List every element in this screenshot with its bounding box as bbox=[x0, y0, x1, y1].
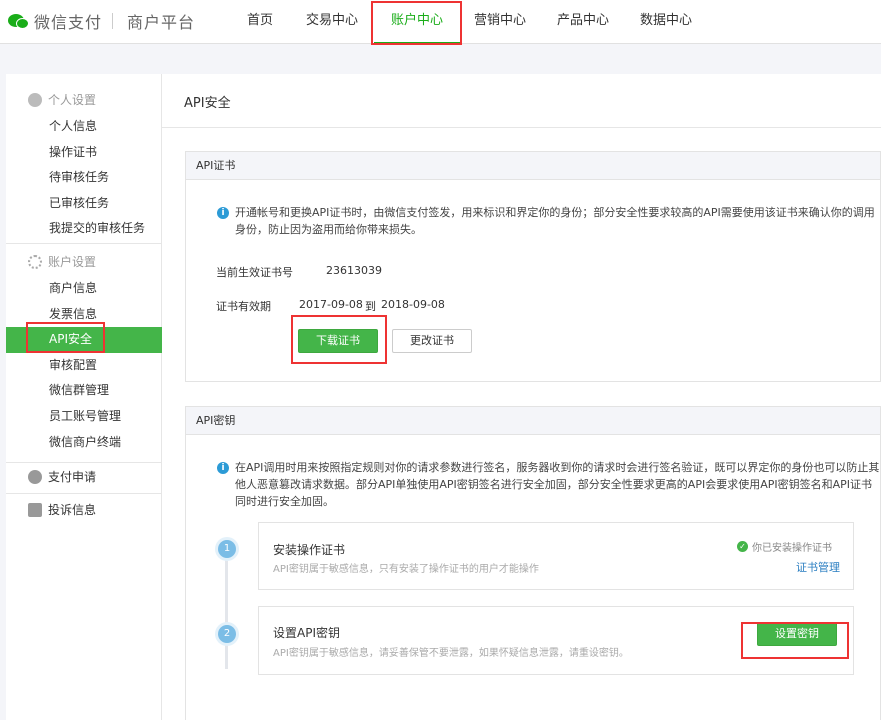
nav-home[interactable]: 首页 bbox=[230, 0, 290, 44]
sidebar-item-complaint[interactable]: 投诉信息 bbox=[6, 496, 162, 524]
sidebar-item-api-security[interactable]: API安全 bbox=[6, 327, 162, 353]
card-header: API证书 bbox=[186, 152, 880, 180]
sidebar-group-label: 个人设置 bbox=[48, 93, 97, 107]
cert-manage-link[interactable]: 证书管理 bbox=[796, 559, 840, 575]
sidebar-item-merchant-terminal[interactable]: 微信商户终端 bbox=[6, 430, 162, 456]
check-icon: ✓ bbox=[737, 541, 748, 552]
sidebar-group-label: 账户设置 bbox=[48, 255, 97, 269]
step-title: 设置API密钥 bbox=[273, 626, 340, 640]
cert-valid-from: 2017-09-08 bbox=[299, 298, 363, 311]
set-api-key-button[interactable]: 设置密钥 bbox=[757, 622, 837, 646]
nav-transactions[interactable]: 交易中心 bbox=[290, 0, 374, 44]
cert-serial-value: 23613039 bbox=[326, 264, 382, 277]
sidebar-group-payment-apply[interactable]: 支付申请 bbox=[6, 463, 162, 491]
sidebar-item-reviewed-tasks[interactable]: 已审核任务 bbox=[6, 191, 162, 217]
status-text: 你已安装操作证书 bbox=[752, 543, 832, 554]
sidebar-group-title: 账户设置 bbox=[6, 248, 162, 276]
cert-installed-status: ✓ 你已安装操作证书 bbox=[737, 539, 832, 554]
sidebar-item-personal-info[interactable]: 个人信息 bbox=[6, 114, 162, 140]
download-cert-button[interactable]: 下载证书 bbox=[298, 329, 378, 353]
steps-connector bbox=[225, 549, 228, 669]
sidebar-item-wechat-group[interactable]: 微信群管理 bbox=[6, 378, 162, 404]
info-icon: i bbox=[217, 462, 229, 474]
nav-marketing[interactable]: 营销中心 bbox=[460, 0, 540, 44]
brand-name: 微信支付 bbox=[34, 13, 103, 32]
note-line: 同时进行安全加固。 bbox=[235, 495, 334, 508]
sidebar-item-staff-accounts[interactable]: 员工账号管理 bbox=[6, 404, 162, 430]
title-divider bbox=[162, 127, 881, 128]
sidebar-item-review-config[interactable]: 审核配置 bbox=[6, 353, 162, 379]
step-set-api-key: 设置API密钥 API密钥属于敏感信息，请妥善保管不要泄露，如果怀疑信息泄露，请… bbox=[258, 606, 854, 675]
gear-icon bbox=[28, 255, 42, 269]
sidebar-item-label: 投诉信息 bbox=[48, 503, 97, 517]
wechat-pay-logo[interactable]: 微信支付 商户平台 bbox=[8, 10, 195, 32]
user-icon bbox=[28, 93, 42, 107]
nav-account-center[interactable]: 账户中心 bbox=[374, 0, 460, 44]
note-line: 他人恶意篡改请求数据。部分API单独使用API密钥签名进行安全加固，部分安全性要… bbox=[235, 478, 873, 491]
nav-data[interactable]: 数据中心 bbox=[626, 0, 706, 44]
step-desc: API密钥属于敏感信息，只有安装了操作证书的用户才能操作 bbox=[273, 564, 539, 575]
card-header: API密钥 bbox=[186, 407, 880, 435]
main-panel: API安全 API证书 i 开通帐号和更换API证书时，由微信支付签发，用来标识… bbox=[162, 74, 881, 720]
page-title: API安全 bbox=[184, 96, 231, 111]
sidebar-item-merchant-info[interactable]: 商户信息 bbox=[6, 276, 162, 302]
top-navbar: 微信支付 商户平台 首页 交易中心 账户中心 营销中心 产品中心 数据中心 bbox=[0, 0, 881, 44]
change-cert-button[interactable]: 更改证书 bbox=[392, 329, 472, 353]
sidebar-item-label: 支付申请 bbox=[48, 470, 97, 484]
sidebar-item-operation-cert[interactable]: 操作证书 bbox=[6, 140, 162, 166]
cert-valid-to: 2018-09-08 bbox=[381, 298, 445, 311]
sidebar-group-complaint[interactable]: 投诉信息 bbox=[6, 496, 162, 524]
brand-divider bbox=[112, 13, 114, 29]
sidebar-item-submitted-tasks[interactable]: 我提交的审核任务 bbox=[6, 216, 162, 242]
sidebar-group-title: 个人设置 bbox=[6, 86, 162, 114]
sidebar-item-pending-tasks[interactable]: 待审核任务 bbox=[6, 165, 162, 191]
step-desc: API密钥属于敏感信息，请妥善保管不要泄露，如果怀疑信息泄露，请重设密钥。 bbox=[273, 648, 629, 659]
cert-valid-to-word: 到 bbox=[365, 300, 376, 313]
step-number-2: 2 bbox=[218, 625, 236, 643]
note-line: 在API调用时用来按照指定规则对你的请求参数进行签名，服务器收到你的请求时会进行… bbox=[235, 461, 880, 474]
wechat-logo-icon bbox=[8, 12, 30, 30]
payment-icon bbox=[28, 470, 42, 484]
note-line: 身份，防止因为盗用而给你带来损失。 bbox=[235, 223, 422, 236]
step-install-cert: 安装操作证书 API密钥属于敏感信息，只有安装了操作证书的用户才能操作 ✓ 你已… bbox=[258, 522, 854, 590]
info-icon: i bbox=[217, 207, 229, 219]
sidebar-item-invoice-info[interactable]: 发票信息 bbox=[6, 302, 162, 328]
key-note: 在API调用时用来按照指定规则对你的请求参数进行签名，服务器收到你的请求时会进行… bbox=[235, 459, 880, 510]
api-cert-card: API证书 i 开通帐号和更换API证书时，由微信支付签发，用来标识和界定你的身… bbox=[185, 151, 881, 382]
step-number-1: 1 bbox=[218, 540, 236, 558]
step-title: 安装操作证书 bbox=[273, 543, 346, 557]
nav-products[interactable]: 产品中心 bbox=[540, 0, 626, 44]
sidebar-group-account: 账户设置 商户信息 发票信息 API安全 审核配置 微信群管理 员工账号管理 微… bbox=[6, 248, 162, 455]
platform-name: 商户平台 bbox=[127, 13, 196, 32]
main-nav: 首页 交易中心 账户中心 营销中心 产品中心 数据中心 bbox=[230, 0, 706, 44]
cert-note: 开通帐号和更换API证书时，由微信支付签发，用来标识和界定你的身份；部分安全性要… bbox=[235, 204, 875, 238]
sidebar-divider bbox=[6, 243, 162, 244]
cert-serial-label: 当前生效证书号 bbox=[216, 266, 293, 279]
sidebar-item-payment-apply[interactable]: 支付申请 bbox=[6, 463, 162, 491]
note-line: 开通帐号和更换API证书时，由微信支付签发，用来标识和界定你的身份；部分安全性要… bbox=[235, 206, 875, 219]
api-key-card: API密钥 i 在API调用时用来按照指定规则对你的请求参数进行签名，服务器收到… bbox=[185, 406, 881, 720]
cert-valid-label: 证书有效期 bbox=[216, 300, 271, 313]
sidebar-divider bbox=[6, 493, 162, 494]
sidebar: 个人设置 个人信息 操作证书 待审核任务 已审核任务 我提交的审核任务 账户设置… bbox=[6, 74, 162, 720]
sidebar-group-personal: 个人设置 个人信息 操作证书 待审核任务 已审核任务 我提交的审核任务 bbox=[6, 86, 162, 242]
message-icon bbox=[28, 503, 42, 517]
